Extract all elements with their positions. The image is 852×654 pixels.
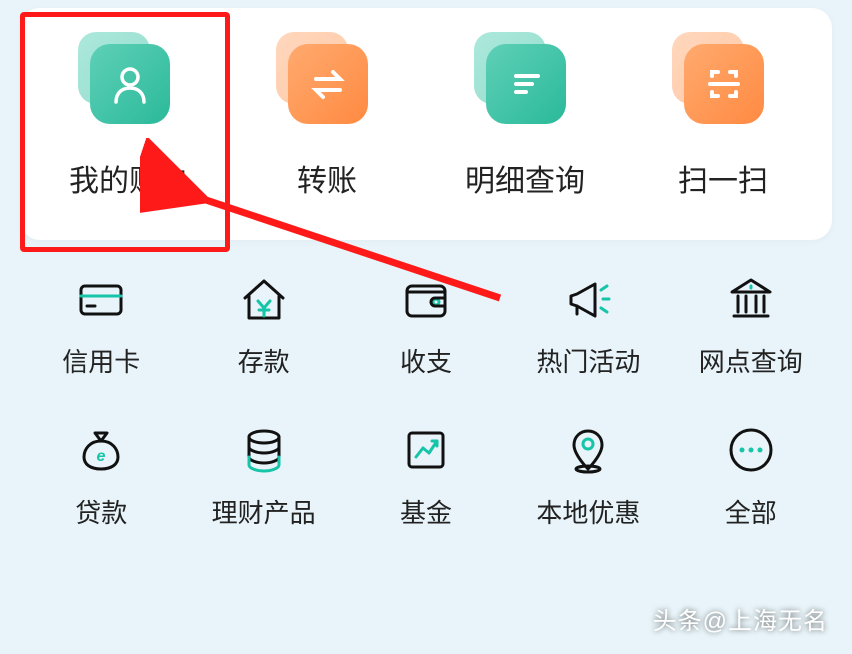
grid-label: 网点查询: [699, 342, 803, 379]
grid-item-local-offers[interactable]: 本地优惠: [507, 421, 669, 530]
grid-label: 贷款: [75, 493, 127, 530]
main-item-details[interactable]: 明细查询: [435, 38, 615, 200]
credit-card-icon: [72, 270, 130, 328]
grid-label: 本地优惠: [536, 493, 640, 530]
more-dots-icon: [722, 421, 780, 479]
bank-building-icon: [722, 270, 780, 328]
chart-up-icon: [397, 421, 455, 479]
main-item-transfer[interactable]: 转账: [237, 38, 417, 200]
grid-item-all[interactable]: 全部: [670, 421, 832, 530]
megaphone-icon: [559, 270, 617, 328]
main-label: 我的账户: [69, 156, 189, 200]
main-label: 扫一扫: [678, 156, 768, 200]
money-bag-icon: e: [72, 421, 130, 479]
grid-item-fund[interactable]: 基金: [345, 421, 507, 530]
grid-label: 全部: [725, 493, 777, 530]
grid-item-wealth[interactable]: 理财产品: [182, 421, 344, 530]
location-pin-icon: [559, 421, 617, 479]
grid-item-loan[interactable]: e 贷款: [20, 421, 182, 530]
main-label: 明细查询: [465, 156, 585, 200]
person-icon: [84, 38, 174, 128]
grid-label: 热门活动: [536, 342, 640, 379]
scan-icon: [678, 38, 768, 128]
watermark-text: 头条@上海无名: [653, 601, 828, 636]
grid-item-deposit[interactable]: 存款: [182, 270, 344, 379]
list-icon: [480, 38, 570, 128]
grid-label: 理财产品: [212, 493, 316, 530]
grid-label: 信用卡: [62, 342, 140, 379]
coins-stack-icon: [235, 421, 293, 479]
main-menu-card: 我的账户 转账 明细查询: [20, 8, 832, 240]
main-label: 转账: [297, 156, 357, 200]
grid-item-branch-query[interactable]: 网点查询: [670, 270, 832, 379]
grid-item-income-expense[interactable]: 收支: [345, 270, 507, 379]
main-item-scan[interactable]: 扫一扫: [633, 38, 813, 200]
main-item-my-account[interactable]: 我的账户: [39, 38, 219, 200]
grid-item-hot-events[interactable]: 热门活动: [507, 270, 669, 379]
grid-label: 存款: [238, 342, 290, 379]
grid-label: 基金: [400, 493, 452, 530]
svg-text:e: e: [97, 448, 106, 465]
grid-label: 收支: [400, 342, 452, 379]
transfer-icon: [282, 38, 372, 128]
grid-item-credit-card[interactable]: 信用卡: [20, 270, 182, 379]
grid-menu: 信用卡 存款 收支: [20, 270, 832, 530]
house-yen-icon: [235, 270, 293, 328]
wallet-icon: [397, 270, 455, 328]
